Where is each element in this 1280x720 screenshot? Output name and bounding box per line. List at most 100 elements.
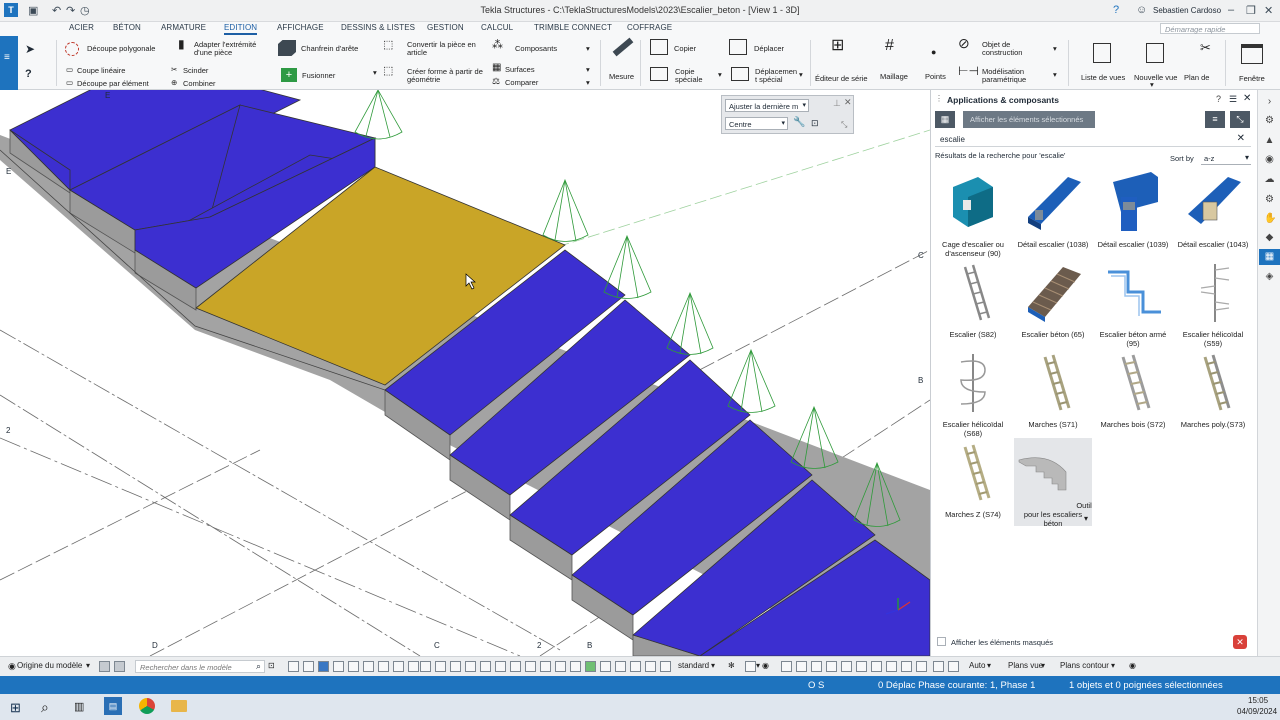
- restore-icon[interactable]: ❐: [1246, 4, 1256, 17]
- component-item-hovered[interactable]: Outil pour les escaliers béton ▾: [1014, 438, 1092, 528]
- merge-button[interactable]: Fusionner: [302, 72, 335, 80]
- component-search-input[interactable]: escalie ✕: [935, 133, 1251, 147]
- new-view-icon[interactable]: [1146, 43, 1164, 63]
- work-plane-icon[interactable]: ✂: [1200, 41, 1211, 54]
- points-button[interactable]: Points: [925, 73, 946, 81]
- snap-center-button[interactable]: [450, 661, 461, 672]
- components-dropdown-icon[interactable]: ▾: [586, 45, 590, 53]
- view-planes-select[interactable]: Plans vue: [1008, 661, 1043, 670]
- chrome-icon[interactable]: [139, 698, 155, 714]
- tab-trimble-connect[interactable]: TRIMBLE CONNECT: [534, 23, 612, 32]
- points-icon[interactable]: ●: [931, 48, 936, 57]
- tab-acier[interactable]: ACIER: [69, 23, 94, 32]
- minimize-icon[interactable]: –: [1228, 4, 1234, 16]
- move-button[interactable]: Déplacer: [754, 45, 784, 53]
- shape-triangle-button[interactable]: [841, 661, 852, 672]
- line-cut-button[interactable]: Coupe linéaire: [77, 67, 125, 75]
- special-copy-icon[interactable]: [650, 67, 668, 81]
- shape-rect-button[interactable]: [796, 661, 807, 672]
- fit-part-end-button-line2[interactable]: d'une pièce: [194, 49, 232, 57]
- select-plane-button[interactable]: [408, 661, 419, 672]
- tab-beton[interactable]: BÉTON: [113, 23, 141, 32]
- shape-star-button[interactable]: [886, 661, 897, 672]
- settings-dialog-icon[interactable]: ⊡: [811, 118, 819, 129]
- snap-plane-button[interactable]: [630, 661, 641, 672]
- hand-icon[interactable]: ✋: [1264, 213, 1276, 224]
- shape-cross-button[interactable]: [871, 661, 882, 672]
- tab-gestion[interactable]: GESTION: [427, 23, 464, 32]
- shape-plus-button[interactable]: [901, 661, 912, 672]
- add-origin-button[interactable]: [99, 661, 110, 672]
- grid-icon[interactable]: #: [885, 38, 894, 54]
- component-item[interactable]: Marches bois (S72): [1094, 352, 1172, 429]
- catalog-view-button[interactable]: ▦: [935, 111, 955, 128]
- polygon-cut-icon[interactable]: [65, 42, 79, 56]
- select-surface-button[interactable]: [318, 661, 329, 672]
- view-list-button[interactable]: Liste de vues: [1081, 74, 1125, 82]
- select-filter-button[interactable]: [333, 661, 344, 672]
- show-hidden-checkbox[interactable]: [937, 637, 946, 646]
- component-item[interactable]: Escalier hélicoïdal (S68): [934, 352, 1012, 438]
- clear-search-icon[interactable]: ✕: [1237, 133, 1245, 144]
- component-item[interactable]: Détail escalier (1039): [1094, 172, 1172, 249]
- center-select[interactable]: Centre ▾: [725, 117, 788, 130]
- user-name[interactable]: Sebastien Cardoso: [1153, 6, 1221, 15]
- tekla-app-icon[interactable]: ▤: [104, 697, 122, 715]
- special-move-icon[interactable]: [731, 67, 749, 81]
- parametric-modeling-button-line2[interactable]: paramétrique: [982, 76, 1026, 84]
- construction-object-button-line2[interactable]: construction: [982, 49, 1022, 57]
- component-item[interactable]: Escalier (S82): [934, 262, 1012, 339]
- collapse-panel-button[interactable]: ⤡: [1230, 111, 1250, 128]
- compare-button[interactable]: Comparer: [505, 79, 538, 87]
- properties-icon[interactable]: ⚙: [1264, 115, 1275, 126]
- cancel-icon[interactable]: ✕: [1233, 635, 1247, 649]
- tab-calcul[interactable]: CALCUL: [481, 23, 513, 32]
- shape-x-button[interactable]: [916, 661, 927, 672]
- component-item[interactable]: Escalier béton armé (95): [1094, 262, 1172, 348]
- line-cut-icon[interactable]: ▭: [66, 66, 73, 74]
- part-cut-button[interactable]: Découpe par élément: [77, 80, 149, 88]
- component-item[interactable]: Détail escalier (1043): [1174, 172, 1252, 249]
- window-icon[interactable]: [1241, 44, 1263, 64]
- clock-time[interactable]: 15:05: [1248, 696, 1268, 705]
- snap-point-button[interactable]: [465, 661, 476, 672]
- hamburger-icon[interactable]: ≡: [4, 52, 10, 63]
- wrench-icon[interactable]: 🔧: [793, 117, 805, 128]
- copy-button[interactable]: Copier: [674, 45, 696, 53]
- create-shape-button-line2[interactable]: géométrie: [407, 76, 440, 84]
- tab-edition[interactable]: EDITION: [224, 23, 258, 35]
- snap-settings-icon[interactable]: ✻: [728, 661, 735, 670]
- part-cut-icon[interactable]: ▭: [66, 79, 73, 87]
- view-persp-button[interactable]: [948, 661, 959, 672]
- chevron-down-icon[interactable]: ▾: [1084, 514, 1088, 523]
- snap-line-button[interactable]: [510, 661, 521, 672]
- help-icon[interactable]: ?: [1113, 4, 1119, 16]
- file-explorer-icon[interactable]: [171, 700, 187, 712]
- construction-object-icon[interactable]: ⊘: [958, 36, 970, 50]
- model-view-3d[interactable]: E E C B 2 D C 2 B Ajuster la dernière m …: [0, 90, 930, 656]
- special-copy-dropdown-icon[interactable]: ▾: [718, 71, 722, 79]
- component-item[interactable]: Marches poly.(S73): [1174, 352, 1252, 429]
- parametric-modeling-dropdown-icon[interactable]: ▾: [1053, 71, 1057, 79]
- mortarboard-icon[interactable]: ▲: [1264, 135, 1275, 146]
- parametric-modeling-icon[interactable]: ⊢⊣: [958, 65, 979, 77]
- select-pointer-icon[interactable]: ➤: [25, 42, 35, 56]
- special-move-dropdown-icon[interactable]: ▾: [799, 71, 803, 79]
- convert-item-button-line2[interactable]: article: [407, 49, 427, 57]
- combine-icon[interactable]: ⊕: [171, 79, 177, 87]
- series-editor-button[interactable]: Éditeur de série: [815, 75, 868, 83]
- globe-icon[interactable]: ◉: [1264, 154, 1275, 165]
- create-shape-geo-icon[interactable]: ⬚: [383, 66, 393, 77]
- sort-select[interactable]: a-z ▾: [1201, 152, 1251, 165]
- applications-components-icon[interactable]: ▦: [1259, 249, 1280, 265]
- special-move-button-line2[interactable]: t spécial: [755, 76, 783, 84]
- panel-list-icon[interactable]: ☰: [1229, 94, 1237, 105]
- chevron-down-icon[interactable]: ▾: [711, 661, 715, 670]
- polygon-cut-button[interactable]: Découpe polygonale: [87, 45, 155, 53]
- panel-close-icon[interactable]: ✕: [1243, 93, 1251, 104]
- snap-ref-button[interactable]: [555, 661, 566, 672]
- create-shape-icon[interactable]: ▾: [373, 69, 377, 77]
- panel-grip-icon[interactable]: ⋮: [935, 94, 943, 103]
- snap-geom-button[interactable]: [570, 661, 581, 672]
- model-search-input[interactable]: Rechercher dans le modèle ⌕: [135, 660, 265, 673]
